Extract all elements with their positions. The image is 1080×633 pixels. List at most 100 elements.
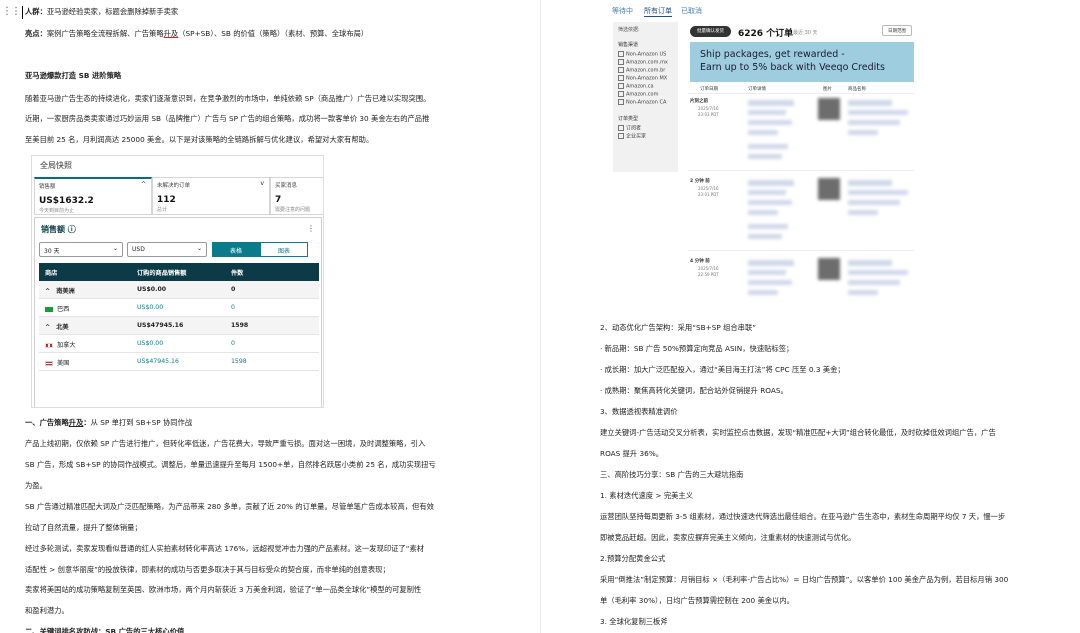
- order-row[interactable]: 片刻之前 2025/7/16 23:03 PDT: [688, 96, 914, 171]
- table-header-cell: 件数: [231, 270, 244, 277]
- tab-cancel[interactable]: 已取消: [681, 6, 702, 16]
- chart-toggle-button[interactable]: 图表: [260, 242, 308, 257]
- channel-checkbox[interactable]: Amazon.com: [618, 91, 673, 99]
- order-type-checkbox[interactable]: 企业买家: [618, 133, 673, 141]
- channel-checkbox[interactable]: Non-Amazon MX: [618, 75, 673, 83]
- text-run: 至美目前 25 名，月利润高达 25000 美金。以下是对该策略的全链路拆解与优…: [25, 135, 374, 144]
- chevron-down-icon: ⌄: [112, 245, 118, 252]
- sales-panel: 销售额 ⓘ ⋮ 30 天 ⌄ USD ⌄ 表格 图表 商店 订购的商品销售额 件数 ^ 南美…: [34, 217, 322, 407]
- text-run: 2、动态优化广告架构：采用“SB+SP 组合串联”: [600, 323, 757, 332]
- document-page-left: ⋮⋮ 人群：亚马逊经验卖家，标题会删除掉新手卖家 亮点：案例广告策略全流程拆解、广…: [0, 0, 540, 633]
- redacted-text: [848, 210, 878, 215]
- paragraph-line: 卖家将美国站的成功策略复制至英国、欧洲市场，两个月内斩获近 3 万美金利润，验证…: [25, 584, 421, 596]
- filter-pane: 筛选依据: 销售渠道 Non-Amazon US Amazon.com.mx Amazo…: [613, 22, 678, 172]
- table-toggle-button[interactable]: 表格: [212, 242, 260, 257]
- metric-sub: 总计: [157, 207, 168, 213]
- currency-select[interactable]: USD ⌄: [127, 242, 207, 257]
- tab-all[interactable]: 所有订单: [644, 6, 672, 17]
- store-cell: 巴西: [45, 304, 69, 313]
- text-run: · 成长期：加大广泛匹配投入，通过“美目海王打法”将 CPC 压至 0.3 美金…: [600, 365, 845, 374]
- redacted-product-image: [818, 258, 840, 280]
- sales-cell: US$0.00: [137, 304, 164, 311]
- sales-panel-title: 销售额 ⓘ: [41, 225, 76, 234]
- tab-pending[interactable]: 等待中: [612, 6, 633, 16]
- redacted-text: [748, 234, 782, 239]
- more-options-icon[interactable]: ⋮: [307, 224, 315, 233]
- text-run: 随着亚马逊广告生态的持续进化，卖家们逐渐意识到，在竞争激烈的市场中，单纯依赖 S…: [25, 94, 431, 103]
- text-run: 经过多轮测试，卖家发现看似普通的红人实拍素材转化率高达 176%，远超视觉冲击力…: [25, 544, 425, 553]
- redacted-text: [748, 154, 782, 159]
- paragraph-line: 3. 全球化复制三板斧: [600, 616, 668, 628]
- redacted-text: [748, 290, 778, 295]
- paragraph-line: 即被竞品赶超。因此，卖家应摒弃完美主义倾向，注重素材的快速测试与优化。: [600, 532, 855, 544]
- paragraph-line: 适配性 > 创意华丽度”的投放铁律，即素材的成功与否更多取决于其与目标受众的契合…: [25, 564, 390, 576]
- channel-checkbox[interactable]: Non-Amazon US: [618, 51, 673, 59]
- filter-title: 筛选依据:: [618, 27, 640, 33]
- expand-icon[interactable]: ^: [45, 324, 50, 331]
- order-row[interactable]: 2 分钟 前 2025/7/16 23:01 PDT: [688, 176, 914, 251]
- metric-label: 销售额: [39, 184, 56, 190]
- store-cell: 美国: [45, 358, 69, 367]
- bulk-confirm-button[interactable]: 批量确认发货: [690, 26, 731, 37]
- redacted-text: [748, 224, 788, 229]
- promo-banner[interactable]: Ship packages, get rewarded - Earn up to…: [690, 42, 914, 82]
- paragraph-line: · 成熟期：聚焦高转化关键词，配合站外促销提升 ROAS。: [600, 385, 788, 397]
- channel-checkbox[interactable]: Amazon.com.br: [618, 67, 673, 75]
- drag-handle-icon[interactable]: ⋮⋮: [2, 6, 21, 17]
- document-page-right: 等待中 所有订单 已取消 筛选依据: 销售渠道 Non-Amazon US Amazon.…: [541, 0, 1080, 633]
- text-run: 建立关键词-广告活动交叉分析表，实时监控点击数据，发现“精准匹配+大词”组合转化…: [600, 428, 996, 437]
- channel-checkbox[interactable]: Amazon.com.mx: [618, 59, 673, 67]
- redacted-text: [748, 280, 792, 285]
- table-row[interactable]: 巴西 US$0.00 0: [39, 299, 319, 317]
- paragraph-line: · 成长期：加大广泛匹配投入，通过“美目海王打法”将 CPC 压至 0.3 美金…: [600, 364, 845, 376]
- redacted-text: [848, 270, 908, 275]
- text-run: 升及: [163, 29, 179, 38]
- text-run: 适配性 > 创意华丽度”的投放铁律，即素材的成功与否更多取决于其与目标受众的契合…: [25, 565, 390, 574]
- text-run: 近期，一家厨房品类卖家通过巧妙运用 SB（品牌推广）广告与 SP 广告的组合策略…: [25, 114, 430, 123]
- sales-cell: US$0.00: [137, 286, 167, 293]
- redacted-text: [848, 190, 908, 195]
- paragraph-line: 1. 素材迭代速度 > 完美主义: [600, 490, 693, 502]
- order-date: 2025/7/16 22:59 PDT: [698, 266, 719, 277]
- orders-metric-card[interactable]: 未解决的订单 112 总计 v: [152, 177, 270, 215]
- table-row[interactable]: 美国 US$47945.16 1598: [39, 353, 319, 371]
- units-cell: 0: [231, 340, 235, 347]
- text-run: 为盈。: [25, 481, 47, 490]
- order-range-label: 最近 30 天: [793, 30, 818, 36]
- sales-metric-card[interactable]: 销售额 US$1632.2 今天到目前为止 ^: [34, 177, 152, 215]
- paragraph-line: 三、高阶技巧分享：SB 广告的三大避坑指南: [600, 469, 743, 481]
- paragraph-line: SB 广告，形成 SB+SP 的协同作战模式。调整后，单量迅速提升至每月 150…: [25, 459, 436, 471]
- table-row[interactable]: ^ 南美洲 US$0.00 0: [39, 281, 319, 299]
- units-cell: 0: [231, 286, 236, 293]
- table-row[interactable]: 加拿大 US$0.00 0: [39, 335, 319, 353]
- paragraph-line: 运营团队坚持每周更新 3-5 组素材，通过快速迭代筛选出最佳组合。在亚马逊广告生…: [600, 511, 1005, 523]
- days-select[interactable]: 30 天 ⌄: [39, 242, 123, 257]
- text-run: （SP+SB）、SB 的价值（策略）（素材、预算、全球布局）: [178, 29, 369, 38]
- redacted-text: [848, 290, 878, 295]
- metric-value: 112: [157, 195, 176, 205]
- expand-icon[interactable]: ^: [45, 288, 50, 295]
- metric-sub: 今天到目前为止: [39, 208, 75, 214]
- redacted-product-image: [818, 98, 840, 120]
- orders-header-cell: 订单日期: [700, 87, 718, 92]
- text-run: 升及: [68, 418, 84, 427]
- date-range-button[interactable]: 日期范围: [882, 25, 912, 36]
- msg-metric-card[interactable]: 买家消息 7 需要注意的问题: [270, 177, 323, 215]
- paragraph-line: ROAS 提升 36%。: [600, 448, 663, 460]
- redacted-text: [848, 100, 892, 106]
- store-name: 北美: [56, 324, 69, 331]
- redacted-text: [848, 110, 908, 115]
- order-type-title: 订单类型: [618, 116, 639, 122]
- order-row[interactable]: 4 分钟 前 2025/7/16 22:59 PDT: [688, 256, 914, 302]
- redacted-text: [748, 210, 778, 215]
- orders-header-cell: 订单详情: [748, 87, 766, 92]
- store-name: 加拿大: [57, 342, 76, 349]
- table-row[interactable]: ^ 北美 US$47945.16 1598: [39, 317, 319, 335]
- flag-ca-icon: [45, 342, 53, 348]
- text-run: 三、高阶技巧分享：SB 广告的三大避坑指南: [600, 470, 744, 479]
- channel-checkbox[interactable]: Amazon.ca: [618, 83, 673, 91]
- promo-line-1: Ship packages, get rewarded -: [700, 49, 845, 60]
- order-type-checkbox[interactable]: 订阅者: [618, 125, 673, 133]
- channel-checkbox[interactable]: Non-Amazon CA: [618, 99, 673, 107]
- redacted-text: [848, 200, 900, 205]
